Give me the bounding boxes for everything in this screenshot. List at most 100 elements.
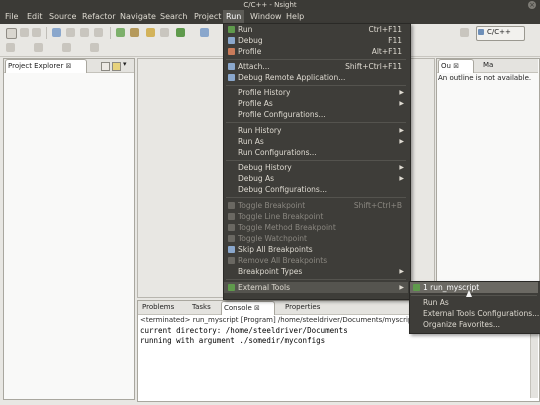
tab-project-explorer[interactable]: Project Explorer ⊠ xyxy=(5,59,87,73)
window-close-button[interactable]: × xyxy=(528,1,536,9)
view-menu-icon[interactable]: ▾ xyxy=(123,60,127,68)
submenu-item-run-as[interactable]: Run As xyxy=(410,297,538,308)
console-status: <terminated> run_myscript [Program] /hom… xyxy=(140,316,416,324)
save-icon[interactable] xyxy=(20,28,29,37)
close-icon[interactable]: ⊠ xyxy=(254,304,260,312)
menu-source[interactable]: Source xyxy=(46,10,79,24)
project-explorer-view xyxy=(3,58,135,400)
tab-problems[interactable]: Problems xyxy=(140,301,176,314)
run-menu-item-external-tools[interactable]: External Tools ▶ xyxy=(224,282,408,293)
tab-console[interactable]: Console ⊠ xyxy=(221,301,275,315)
tab-label: Console xyxy=(224,304,252,312)
run-menu-item-debug-configurations[interactable]: Debug Configurations... xyxy=(224,184,408,195)
submenu-item-organize-favorites[interactable]: Organize Favorites... xyxy=(410,319,538,330)
run-menu-item-profile-configurations[interactable]: Profile Configurations... xyxy=(224,109,408,120)
debug-icon xyxy=(228,37,235,44)
outline-message: An outline is not available. xyxy=(438,74,532,82)
run-menu-item-toggle-watchpoint[interactable]: Toggle Watchpoint xyxy=(224,233,408,244)
new-icon[interactable] xyxy=(6,28,17,39)
external-tool-run-icon xyxy=(413,284,420,291)
run-menu-item-remove-all-breakpoints[interactable]: Remove All Breakpoints xyxy=(224,255,408,266)
submenu-arrow-icon: ▶ xyxy=(399,268,404,275)
run-icon[interactable] xyxy=(176,28,185,37)
menu-window[interactable]: Window xyxy=(247,10,285,24)
menu-run[interactable]: Run xyxy=(223,10,245,24)
tab-outline[interactable]: Ou ⊠ xyxy=(438,59,474,73)
menu-search[interactable]: Search xyxy=(157,10,190,24)
mouse-cursor-icon xyxy=(466,290,472,297)
next-annotation-icon[interactable] xyxy=(34,43,43,52)
console-scrollbar[interactable] xyxy=(530,326,538,398)
annotation-icon[interactable] xyxy=(6,43,15,52)
run-menu-item-toggle-method-breakpoint[interactable]: Toggle Method Breakpoint xyxy=(224,222,408,233)
build-config-icon[interactable] xyxy=(66,28,75,37)
run-menu-item-run-configurations[interactable]: Run Configurations... xyxy=(224,147,408,158)
run-icon xyxy=(228,26,235,33)
link-editor-icon[interactable] xyxy=(112,62,121,71)
build-all-icon[interactable] xyxy=(80,28,89,37)
submenu-arrow-icon: ▶ xyxy=(399,89,404,96)
submenu-arrow-icon: ▶ xyxy=(399,138,404,145)
run-menu-item-attach[interactable]: Attach... Shift+Ctrl+F11 xyxy=(224,61,408,72)
submenu-item-external-tools-configurations[interactable]: External Tools Configurations... xyxy=(410,308,539,319)
new-project-icon[interactable] xyxy=(116,28,125,37)
open-perspective-icon[interactable] xyxy=(460,28,469,37)
skip-breakpoints-icon xyxy=(228,246,235,253)
external-tools-icon xyxy=(228,284,235,291)
tab-label: Ou xyxy=(441,62,451,70)
window-title: C/C++ - Nsight xyxy=(243,1,297,9)
submenu-arrow-icon: ▶ xyxy=(399,127,404,134)
menu-separator xyxy=(226,160,406,161)
back-icon[interactable] xyxy=(62,43,71,52)
debug-icon[interactable] xyxy=(200,28,209,37)
outline-view xyxy=(436,58,540,298)
submenu-arrow-icon: ▶ xyxy=(399,164,404,171)
run-menu-item-profile-history[interactable]: Profile History ▶ xyxy=(224,87,408,98)
close-icon[interactable]: ⊠ xyxy=(66,62,72,70)
breakpoint-icon xyxy=(228,202,235,209)
run-menu-item-debug[interactable]: Debug F11 xyxy=(224,35,408,46)
search-icon[interactable] xyxy=(160,28,169,37)
run-menu-item-toggle-breakpoint[interactable]: Toggle Breakpoint Shift+Ctrl+B xyxy=(224,200,408,211)
run-menu-item-run-as[interactable]: Run As ▶ xyxy=(224,136,408,147)
tab-label: Project Explorer xyxy=(8,62,64,70)
tab-make-target[interactable]: Ma xyxy=(481,59,495,72)
tab-label: Properties xyxy=(285,303,321,311)
run-menu-item-profile-as[interactable]: Profile As ▶ xyxy=(224,98,408,109)
submenu-arrow-icon: ▶ xyxy=(399,100,404,107)
tab-tasks[interactable]: Tasks xyxy=(190,301,213,314)
cpp-perspective-icon xyxy=(478,29,484,35)
tab-properties[interactable]: Properties xyxy=(283,301,322,314)
profile-icon xyxy=(228,48,235,55)
run-menu-item-skip-all-breakpoints[interactable]: Skip All Breakpoints xyxy=(224,244,408,255)
run-menu-item-run[interactable]: Run Ctrl+F11 xyxy=(224,24,408,35)
forward-icon[interactable] xyxy=(90,43,99,52)
perspective-label: C/C++ xyxy=(487,28,511,36)
run-menu-item-profile[interactable]: Profile Alt+F11 xyxy=(224,46,408,57)
run-menu-item-debug-as[interactable]: Debug As ▶ xyxy=(224,173,408,184)
run-menu-item-debug-remote[interactable]: Debug Remote Application... xyxy=(224,72,408,83)
run-menu-item-debug-history[interactable]: Debug History ▶ xyxy=(224,162,408,173)
menu-navigate[interactable]: Navigate xyxy=(117,10,159,24)
attach-icon xyxy=(228,63,235,70)
clean-icon[interactable] xyxy=(94,28,103,37)
menu-file[interactable]: File xyxy=(2,10,21,24)
save-all-icon[interactable] xyxy=(32,28,41,37)
tab-label: Ma xyxy=(483,61,494,69)
submenu-arrow-icon: ▶ xyxy=(399,175,404,182)
run-menu-item-toggle-line-breakpoint[interactable]: Toggle Line Breakpoint xyxy=(224,211,408,222)
build-icon[interactable] xyxy=(52,28,61,37)
tab-label: Tasks xyxy=(192,303,211,311)
run-menu-item-run-history[interactable]: Run History ▶ xyxy=(224,125,408,136)
menu-refactor[interactable]: Refactor xyxy=(79,10,119,24)
run-menu-item-breakpoint-types[interactable]: Breakpoint Types ▶ xyxy=(224,266,408,277)
submenu-item-run-myscript[interactable]: 1 run_myscript xyxy=(410,282,538,293)
menu-edit[interactable]: Edit xyxy=(24,10,46,24)
menu-project[interactable]: Project xyxy=(191,10,224,24)
menu-separator xyxy=(226,122,406,123)
close-icon[interactable]: ⊠ xyxy=(453,62,459,70)
new-class-icon[interactable] xyxy=(130,28,139,37)
collapse-all-icon[interactable] xyxy=(101,62,110,71)
open-type-icon[interactable] xyxy=(146,28,155,37)
menu-help[interactable]: Help xyxy=(283,10,307,24)
